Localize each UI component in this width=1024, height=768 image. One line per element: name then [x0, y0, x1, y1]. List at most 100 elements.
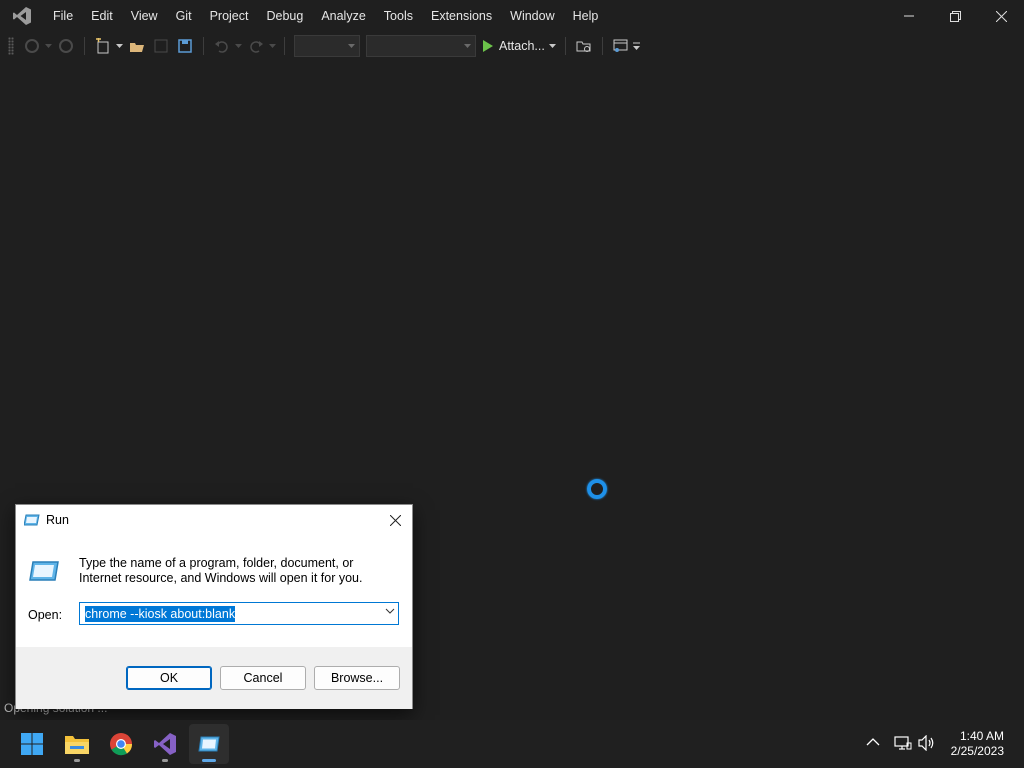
menu-analyze[interactable]: Analyze: [312, 0, 374, 32]
close-button[interactable]: [978, 0, 1024, 32]
taskbar-file-explorer[interactable]: [57, 724, 97, 764]
open-folder-icon: [130, 43, 144, 52]
taskbar-chrome[interactable]: [101, 724, 141, 764]
navigate-back-button[interactable]: [22, 36, 42, 56]
toolbar-separator: [564, 37, 566, 55]
save-all-icon: [178, 39, 192, 53]
solution-platforms-combo[interactable]: [366, 35, 476, 57]
solution-configurations-combo[interactable]: [294, 35, 360, 57]
menu-file[interactable]: File: [44, 0, 82, 32]
running-indicator: [74, 759, 80, 762]
run-dialog-footer: OK Cancel Browse...: [16, 647, 412, 709]
minimize-button[interactable]: [886, 0, 932, 32]
run-program-icon: [29, 561, 59, 581]
visual-studio-logo-icon: [0, 0, 44, 32]
undo-button[interactable]: [212, 36, 232, 56]
back-icon: [25, 39, 39, 53]
window-layout-button[interactable]: [611, 36, 631, 56]
run-icon: [198, 736, 220, 752]
undo-dropdown[interactable]: [234, 36, 242, 56]
open-input[interactable]: chrome --kiosk about:blank: [85, 605, 236, 622]
back-dropdown[interactable]: [44, 36, 52, 56]
restore-icon: [949, 10, 961, 22]
show-hidden-icons-button[interactable]: [866, 736, 880, 750]
standard-toolbar: Attach...: [0, 32, 1024, 60]
chevron-down-icon: [549, 44, 557, 48]
menu-view[interactable]: View: [122, 0, 167, 32]
menu-debug[interactable]: Debug: [257, 0, 312, 32]
clock[interactable]: 1:40 AM 2/25/2023: [951, 729, 1004, 759]
close-icon: [389, 514, 401, 526]
network-button[interactable]: [894, 735, 912, 754]
menu-project[interactable]: Project: [201, 0, 258, 32]
toolbar-grip[interactable]: [8, 37, 14, 55]
chevron-up-icon: [866, 738, 880, 746]
menu-extensions[interactable]: Extensions: [422, 0, 501, 32]
menu-edit[interactable]: Edit: [82, 0, 122, 32]
clock-time: 1:40 AM: [959, 729, 1004, 743]
undo-icon: [215, 41, 228, 53]
network-icon: [894, 736, 912, 750]
running-indicator: [162, 759, 168, 762]
play-icon: [483, 40, 493, 52]
chevron-down-icon: [234, 44, 242, 48]
chevron-down-icon: [464, 44, 471, 48]
find-in-files-button[interactable]: [574, 36, 594, 56]
redo-icon: [250, 41, 263, 53]
redo-dropdown[interactable]: [268, 36, 276, 56]
run-dialog-close-button[interactable]: [384, 509, 406, 531]
toolbar-separator: [203, 37, 204, 55]
toolbar-separator: [84, 37, 85, 55]
chevron-down-icon: [348, 44, 355, 48]
loading-spinner-icon: [587, 479, 607, 499]
layout-icon: [613, 39, 628, 52]
run-dialog: Run Type the name of a program, folder, …: [15, 504, 413, 709]
run-dialog-body: Type the name of a program, folder, docu…: [16, 534, 412, 647]
navigate-forward-button[interactable]: [56, 36, 76, 56]
run-icon: [24, 514, 40, 525]
cancel-button[interactable]: Cancel: [220, 666, 306, 690]
restore-button[interactable]: [932, 0, 978, 32]
chevron-down-icon: [633, 42, 641, 50]
new-project-button[interactable]: [93, 36, 113, 56]
title-bar: File Edit View Git Project Debug Analyze…: [0, 0, 1024, 32]
chevron-down-icon[interactable]: [385, 608, 395, 614]
menu-git[interactable]: Git: [167, 0, 201, 32]
redo-button[interactable]: [246, 36, 266, 56]
new-project-icon: [96, 38, 109, 54]
chevron-down-icon: [268, 44, 276, 48]
run-dialog-description: Type the name of a program, folder, docu…: [79, 556, 363, 585]
minimize-icon: [904, 15, 914, 17]
open-label: Open:: [28, 608, 63, 622]
save-button[interactable]: [151, 36, 171, 56]
close-icon: [995, 10, 1007, 22]
attach-dropdown[interactable]: [549, 36, 557, 56]
save-all-button[interactable]: [175, 36, 195, 56]
forward-icon: [59, 39, 73, 53]
volume-icon: [918, 734, 934, 752]
ok-button[interactable]: OK: [126, 666, 212, 690]
taskbar-visual-studio[interactable]: [145, 724, 185, 764]
new-project-dropdown[interactable]: [115, 36, 123, 56]
chrome-icon: [110, 733, 133, 756]
menu-bar: File Edit View Git Project Debug Analyze…: [44, 0, 607, 32]
browse-button[interactable]: Browse...: [314, 666, 400, 690]
start-button[interactable]: [12, 724, 52, 764]
menu-help[interactable]: Help: [564, 0, 608, 32]
run-dialog-titlebar[interactable]: Run: [16, 505, 412, 534]
open-combobox[interactable]: chrome --kiosk about:blank: [79, 602, 399, 625]
taskbar: 1:40 AM 2/25/2023: [0, 720, 1024, 768]
clock-date: 2/25/2023: [950, 744, 1004, 758]
folder-icon: [65, 736, 89, 754]
menu-window[interactable]: Window: [501, 0, 563, 32]
menu-tools[interactable]: Tools: [375, 0, 422, 32]
folder-search-icon: [576, 41, 591, 52]
running-indicator: [202, 759, 216, 762]
attach-button[interactable]: Attach...: [479, 35, 549, 57]
taskbar-run[interactable]: [189, 724, 229, 764]
volume-button[interactable]: [918, 734, 936, 754]
toolbar-separator: [284, 37, 285, 55]
run-dialog-title: Run: [46, 512, 69, 527]
open-file-button[interactable]: [127, 36, 147, 56]
toolbar-overflow-dropdown[interactable]: [633, 36, 641, 56]
